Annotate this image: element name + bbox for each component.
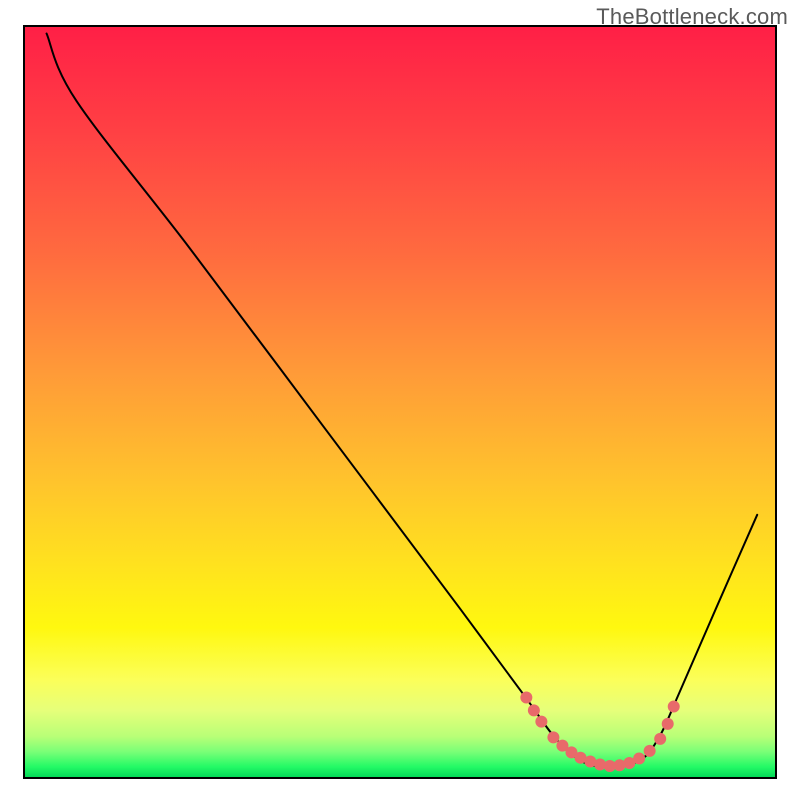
highlight-dot	[668, 701, 680, 713]
chart-container: TheBottleneck.com	[0, 0, 800, 800]
highlight-dot	[520, 692, 532, 704]
highlight-dot	[644, 745, 656, 757]
highlight-dot	[535, 716, 547, 728]
bottleneck-chart	[0, 0, 800, 800]
highlight-dot	[528, 704, 540, 716]
highlight-dot	[633, 752, 645, 764]
gradient-background	[24, 26, 776, 778]
highlight-dot	[662, 718, 674, 730]
highlight-dot	[654, 733, 666, 745]
watermark-text: TheBottleneck.com	[596, 4, 788, 30]
highlight-dot	[547, 731, 559, 743]
